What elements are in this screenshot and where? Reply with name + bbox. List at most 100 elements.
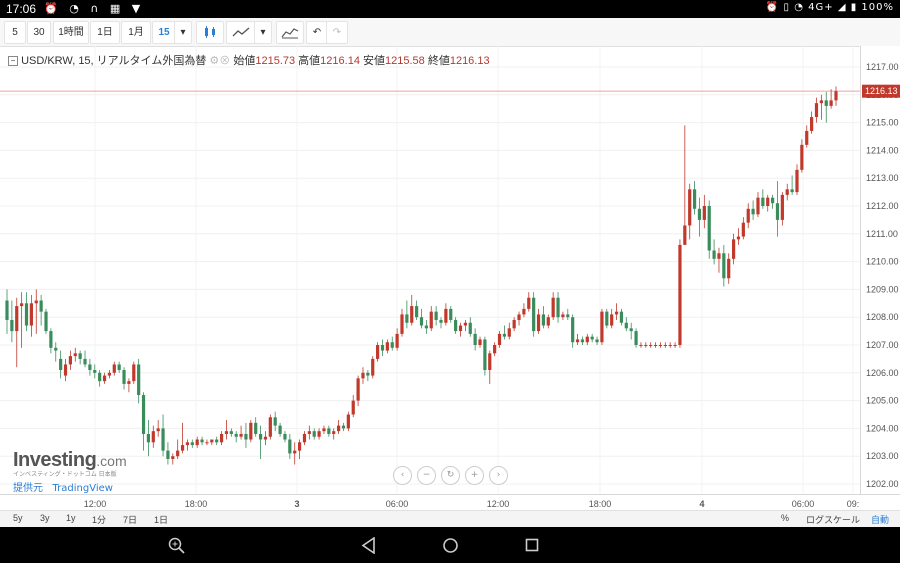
redo-button[interactable]: ↷ <box>326 21 348 44</box>
candle-body <box>653 345 658 346</box>
settings-icon[interactable]: ⚙ <box>209 55 219 67</box>
legend-high-label: 高値 <box>298 55 321 67</box>
candle <box>283 431 287 443</box>
reset-chart-button[interactable]: ↻ <box>441 466 460 485</box>
candle <box>741 217 745 240</box>
candle-body <box>590 336 594 340</box>
candle <box>317 428 321 440</box>
candle <box>575 333 580 345</box>
time-axis[interactable]: 12:00 18:00 3 06:00 12:00 18:00 4 06:00 09: <box>0 494 900 511</box>
status-right-icons: ⏰ ▯ ◔ 4G+ ◢ ▮ 100% <box>766 2 894 13</box>
candle <box>93 364 97 379</box>
candle <box>239 425 243 440</box>
zoom-in-button[interactable]: + <box>465 466 484 485</box>
close-icon[interactable]: ⊗ <box>219 55 230 67</box>
candle-body <box>249 422 253 440</box>
candle-body <box>468 322 472 334</box>
candle-body <box>746 208 750 223</box>
candle-body <box>117 364 121 371</box>
candle-body <box>478 339 482 345</box>
candle-body <box>332 431 336 434</box>
candle-body <box>658 345 663 346</box>
legend-open-value: 1215.73 <box>255 55 296 67</box>
candle <box>215 436 219 446</box>
range-3y[interactable]: 3y <box>40 513 50 523</box>
candle-body <box>63 364 68 376</box>
candle-body <box>824 100 828 106</box>
range-1d[interactable]: 1日 <box>154 513 168 526</box>
candle <box>166 442 170 465</box>
scroll-right-button[interactable]: › <box>489 466 508 485</box>
candle-body <box>775 203 780 220</box>
candle-body <box>771 197 775 204</box>
candle-body <box>697 208 702 220</box>
candle-body <box>575 339 580 343</box>
candle-body <box>561 314 565 318</box>
zoom-out-button[interactable]: − <box>417 466 436 485</box>
candle-body <box>624 322 628 329</box>
candle-body <box>727 258 731 279</box>
candle-body <box>571 317 575 343</box>
candle-body <box>366 372 370 376</box>
candle-body <box>385 342 389 351</box>
home-icon[interactable] <box>442 537 459 554</box>
collapse-icon[interactable]: − <box>8 56 18 66</box>
range-bar: 5y 3y 1y 1分 7日 1日 % ログスケール 自動 <box>0 510 900 528</box>
candle-body <box>351 400 355 415</box>
scroll-left-button[interactable]: ‹ <box>393 466 412 485</box>
candle-body <box>34 300 38 304</box>
candle-body <box>829 100 833 106</box>
recents-icon[interactable] <box>525 538 539 552</box>
interval-1m[interactable]: 1月 <box>121 21 151 44</box>
candle-body <box>190 442 194 446</box>
y-tick-label: 1207.00 <box>866 340 899 350</box>
candle-body <box>29 303 33 326</box>
range-1y[interactable]: 1y <box>66 513 76 523</box>
tradingview-link[interactable]: TradingView <box>53 483 113 494</box>
candle-body <box>239 433 243 437</box>
range-1min[interactable]: 1分 <box>92 513 106 526</box>
range-7d[interactable]: 7日 <box>123 513 137 526</box>
candle <box>517 311 521 326</box>
auto-scale-toggle[interactable]: 自動 <box>871 513 889 526</box>
interval-30[interactable]: 30 <box>27 21 51 44</box>
interval-15[interactable]: 15 <box>152 21 176 44</box>
interval-1h[interactable]: 1時間 <box>53 21 89 44</box>
price-axis[interactable]: 1217.001216.001215.001214.001213.001212.… <box>860 46 900 494</box>
zoom-icon[interactable] <box>168 537 186 555</box>
indicator-button[interactable] <box>226 21 256 44</box>
percent-toggle[interactable]: % <box>781 513 789 523</box>
candle <box>68 350 72 371</box>
provided-by-label: 提供元 <box>13 483 43 494</box>
candle-body <box>83 358 87 365</box>
candle <box>20 292 24 348</box>
log-scale-toggle[interactable]: ログスケール <box>806 513 860 526</box>
battery-percent: 100% <box>861 2 894 13</box>
candle <box>205 439 209 446</box>
candle-body <box>541 314 546 326</box>
interval-1d[interactable]: 1日 <box>90 21 120 44</box>
range-5y[interactable]: 5y <box>13 513 23 523</box>
price-chart[interactable] <box>0 46 860 494</box>
candle <box>122 367 126 390</box>
interval-5[interactable]: 5 <box>4 21 26 44</box>
candle-body <box>376 345 380 359</box>
candle <box>395 328 399 351</box>
candles-button[interactable] <box>196 21 224 44</box>
candle <box>649 342 653 348</box>
interval-dropdown[interactable]: ▾ <box>174 21 192 44</box>
candle-body <box>141 395 146 434</box>
compare-button[interactable] <box>276 21 304 44</box>
candle-body <box>527 297 531 309</box>
candle-body <box>297 442 302 451</box>
indicator-dropdown[interactable]: ▾ <box>254 21 272 44</box>
candle-body <box>20 303 24 307</box>
candle <box>663 342 667 348</box>
back-icon[interactable] <box>361 537 377 554</box>
candle <box>634 328 638 348</box>
undo-button[interactable]: ↶ <box>306 21 328 44</box>
candle-body <box>78 353 82 359</box>
candle-body <box>805 130 809 145</box>
candle-body <box>673 345 677 346</box>
candle-body <box>766 197 770 206</box>
